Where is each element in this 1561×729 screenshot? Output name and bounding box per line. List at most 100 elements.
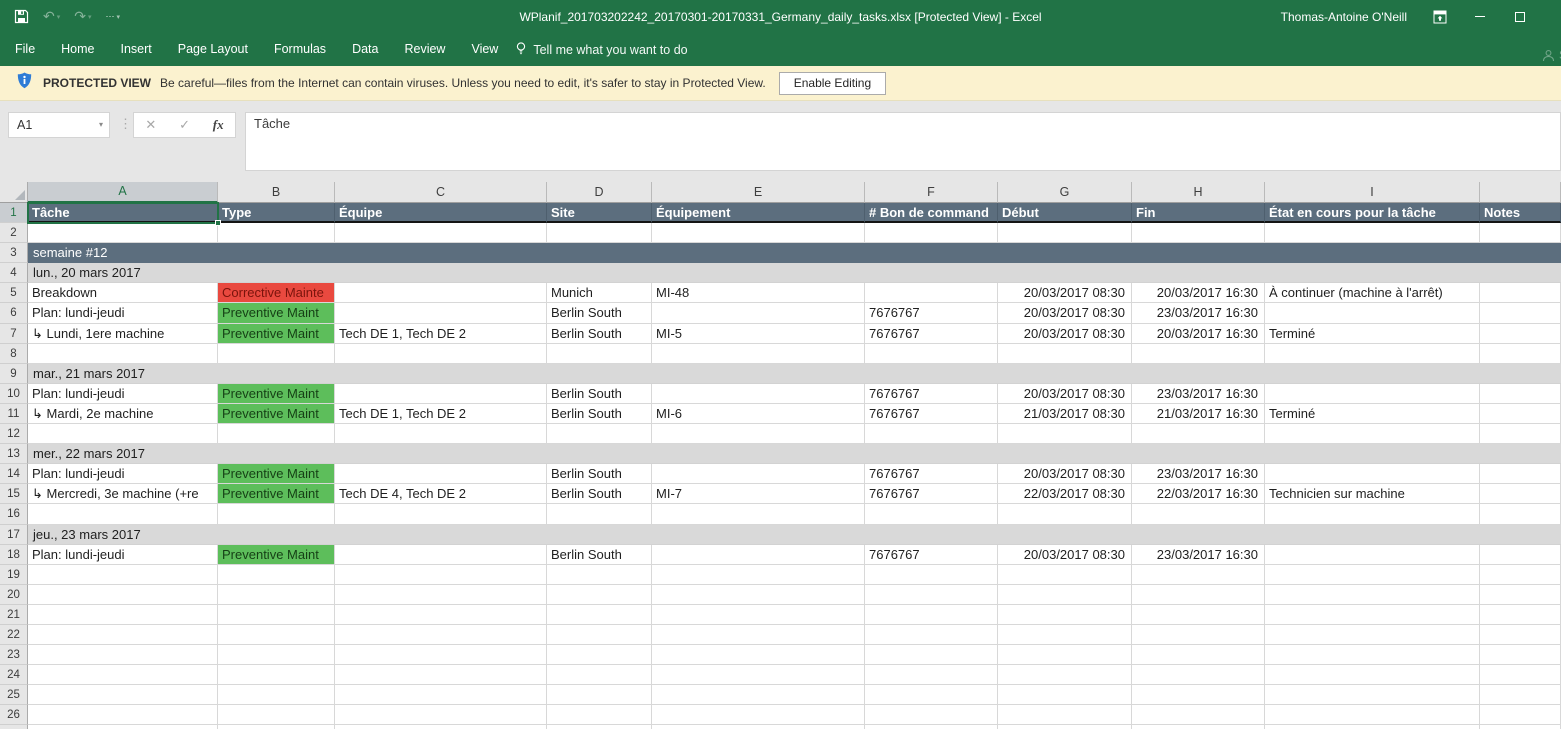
row-header-8[interactable]: 8 — [0, 344, 28, 364]
cell-H23[interactable] — [1132, 645, 1265, 665]
cell-G6[interactable]: 20/03/2017 08:30 — [998, 303, 1132, 323]
cell-D10[interactable]: Berlin South — [547, 384, 652, 404]
cell-F1[interactable]: # Bon de command — [865, 203, 998, 223]
cell-C19[interactable] — [335, 565, 547, 585]
cell-A26[interactable] — [28, 705, 218, 725]
cell-E7[interactable]: MI-5 — [652, 324, 865, 344]
cell-J24[interactable] — [1480, 665, 1561, 685]
cell-J5[interactable] — [1480, 283, 1561, 303]
cell-H24[interactable] — [1132, 665, 1265, 685]
cell-F7[interactable]: 7676767 — [865, 324, 998, 344]
cell-C15[interactable]: Tech DE 4, Tech DE 2 — [335, 484, 547, 504]
column-header-F[interactable]: F — [865, 182, 998, 203]
cell-J16[interactable] — [1480, 504, 1561, 524]
cell-B24[interactable] — [218, 665, 335, 685]
cell-I1[interactable]: État en cours pour la tâche — [1265, 203, 1480, 223]
cell-F26[interactable] — [865, 705, 998, 725]
row-header-7[interactable]: 7 — [0, 324, 28, 344]
cell-D7[interactable]: Berlin South — [547, 324, 652, 344]
cell-I18[interactable] — [1265, 545, 1480, 565]
cell-H7[interactable]: 20/03/2017 16:30 — [1132, 324, 1265, 344]
cell-J19[interactable] — [1480, 565, 1561, 585]
cell-F21[interactable] — [865, 605, 998, 625]
column-header-I[interactable]: I — [1265, 182, 1480, 203]
column-header-C[interactable]: C — [335, 182, 547, 203]
insert-function-icon[interactable]: fx — [213, 117, 224, 133]
cell-B12[interactable] — [218, 424, 335, 444]
cell-A2[interactable] — [28, 223, 218, 243]
cell-H16[interactable] — [1132, 504, 1265, 524]
cell-C26[interactable] — [335, 705, 547, 725]
cell-G7[interactable]: 20/03/2017 08:30 — [998, 324, 1132, 344]
cell-D15[interactable]: Berlin South — [547, 484, 652, 504]
column-header-H[interactable]: H — [1132, 182, 1265, 203]
cell-A14[interactable]: Plan: lundi-jeudi — [28, 464, 218, 484]
cell-J18[interactable] — [1480, 545, 1561, 565]
cell-H15[interactable]: 22/03/2017 16:30 — [1132, 484, 1265, 504]
cell-I12[interactable] — [1265, 424, 1480, 444]
cell-G14[interactable]: 20/03/2017 08:30 — [998, 464, 1132, 484]
undo-icon[interactable]: ↶▾ — [43, 8, 60, 25]
row-header-20[interactable]: 20 — [0, 585, 28, 605]
row-band-9[interactable]: mar., 21 mars 2017 — [28, 364, 1561, 384]
cell-I22[interactable] — [1265, 625, 1480, 645]
cell-E14[interactable] — [652, 464, 865, 484]
cell-E15[interactable]: MI-7 — [652, 484, 865, 504]
ribbon-display-options-icon[interactable] — [1433, 10, 1447, 24]
cell-A18[interactable]: Plan: lundi-jeudi — [28, 545, 218, 565]
save-icon[interactable] — [14, 9, 29, 24]
cell-D5[interactable]: Munich — [547, 283, 652, 303]
row-header-16[interactable]: 16 — [0, 504, 28, 524]
cell-G8[interactable] — [998, 344, 1132, 364]
cell-B25[interactable] — [218, 685, 335, 705]
cell-G12[interactable] — [998, 424, 1132, 444]
row-header-21[interactable]: 21 — [0, 605, 28, 625]
cell-G16[interactable] — [998, 504, 1132, 524]
row-header-9[interactable]: 9 — [0, 364, 28, 384]
column-header-E[interactable]: E — [652, 182, 865, 203]
cell-I6[interactable] — [1265, 303, 1480, 323]
cell-E20[interactable] — [652, 585, 865, 605]
cell-B27[interactable] — [218, 725, 335, 729]
formula-bar-resize-handle[interactable]: ⋮ — [119, 116, 132, 132]
cell-J26[interactable] — [1480, 705, 1561, 725]
cell-C20[interactable] — [335, 585, 547, 605]
column-header-B[interactable]: B — [218, 182, 335, 203]
cell-I26[interactable] — [1265, 705, 1480, 725]
tab-insert[interactable]: Insert — [108, 33, 165, 66]
cell-E25[interactable] — [652, 685, 865, 705]
cell-C10[interactable] — [335, 384, 547, 404]
row-header-4[interactable]: 4 — [0, 263, 28, 283]
row-header-18[interactable]: 18 — [0, 545, 28, 565]
row-header-11[interactable]: 11 — [0, 404, 28, 424]
cell-C27[interactable] — [335, 725, 547, 729]
cancel-icon[interactable]: ✕ — [145, 117, 156, 133]
cell-D12[interactable] — [547, 424, 652, 444]
cell-D16[interactable] — [547, 504, 652, 524]
cell-B5[interactable]: Corrective Mainte — [218, 283, 335, 303]
cell-D1[interactable]: Site — [547, 203, 652, 223]
cell-I21[interactable] — [1265, 605, 1480, 625]
name-box[interactable]: A1 ▾ — [8, 112, 110, 138]
row-header-24[interactable]: 24 — [0, 665, 28, 685]
redo-icon[interactable]: ↷▾ — [74, 8, 91, 25]
cell-A8[interactable] — [28, 344, 218, 364]
cell-F15[interactable]: 7676767 — [865, 484, 998, 504]
cell-E2[interactable] — [652, 223, 865, 243]
cell-B2[interactable] — [218, 223, 335, 243]
cell-B11[interactable]: Preventive Maint — [218, 404, 335, 424]
column-header-notes[interactable] — [1480, 182, 1561, 203]
cell-J15[interactable] — [1480, 484, 1561, 504]
cell-C24[interactable] — [335, 665, 547, 685]
enable-editing-button[interactable]: Enable Editing — [779, 72, 886, 95]
cell-E18[interactable] — [652, 545, 865, 565]
cell-B8[interactable] — [218, 344, 335, 364]
cell-D27[interactable] — [547, 725, 652, 729]
cell-C16[interactable] — [335, 504, 547, 524]
cell-H25[interactable] — [1132, 685, 1265, 705]
cell-C7[interactable]: Tech DE 1, Tech DE 2 — [335, 324, 547, 344]
cell-H8[interactable] — [1132, 344, 1265, 364]
cell-G26[interactable] — [998, 705, 1132, 725]
cell-A7[interactable]: ↳ Lundi, 1ere machine — [28, 324, 218, 344]
cell-A6[interactable]: Plan: lundi-jeudi — [28, 303, 218, 323]
